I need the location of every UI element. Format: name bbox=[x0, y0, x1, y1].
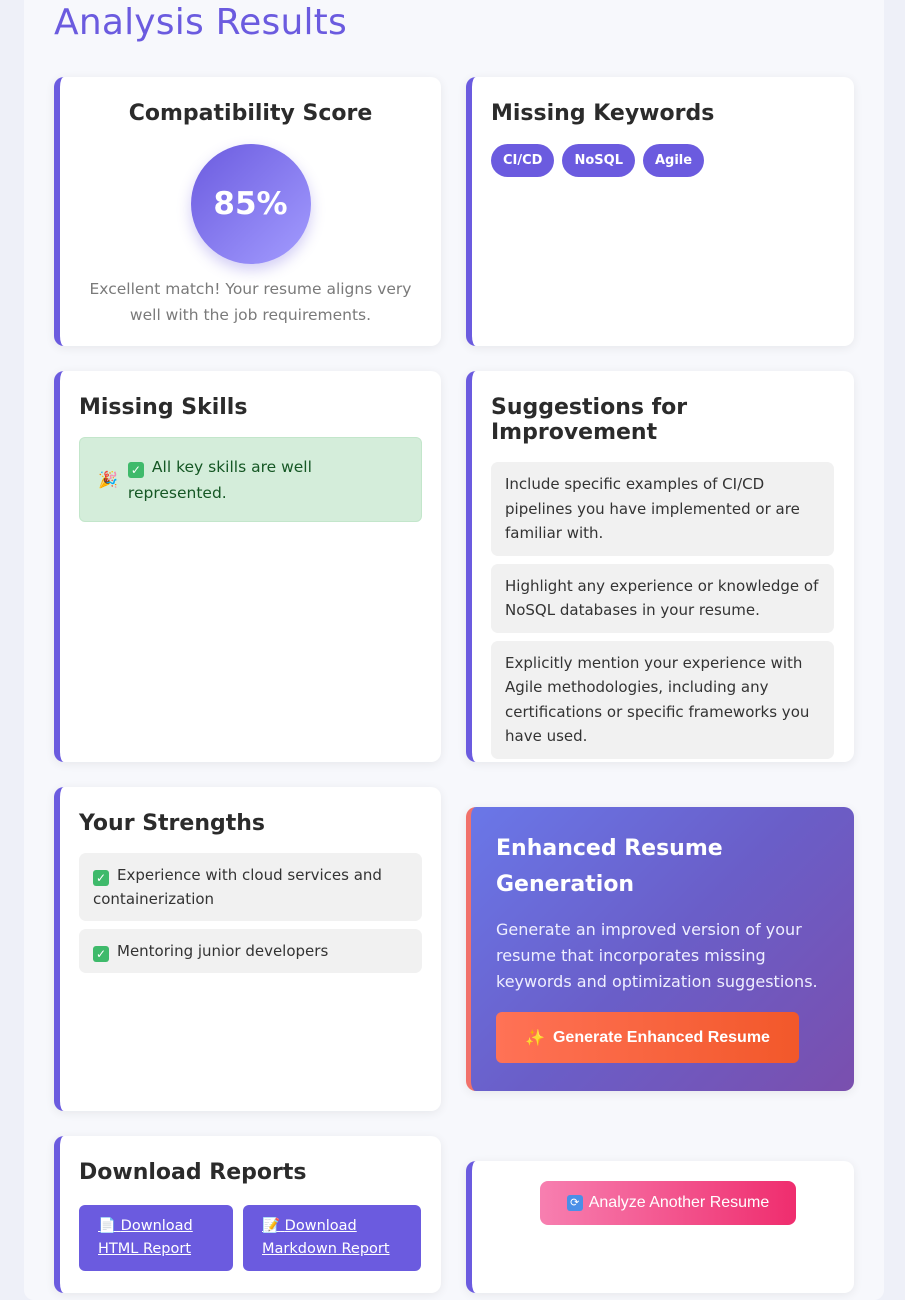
strengths-heading: Your Strengths bbox=[79, 811, 266, 836]
party-popper-icon: 🎉 bbox=[98, 470, 118, 489]
page-title: Analysis Results bbox=[54, 2, 347, 43]
download-reports-card: Download Reports 📄 Download HTML Report … bbox=[54, 1136, 441, 1293]
score-circle: 85% bbox=[190, 144, 311, 264]
download-heading: Download Reports bbox=[79, 1160, 307, 1185]
strength-text: Experience with cloud services and conta… bbox=[93, 866, 382, 908]
analyze-another-card: ⟳ Analyze Another Resume bbox=[466, 1161, 854, 1293]
generate-enhanced-resume-button[interactable]: ✨ Generate Enhanced Resume bbox=[496, 1012, 799, 1063]
keyword-tag: CI/CD bbox=[491, 144, 555, 177]
strengths-card: Your Strengths ✓ Experience with cloud se… bbox=[54, 787, 441, 1111]
keyword-tag: Agile bbox=[642, 144, 705, 177]
enhanced-heading: Enhanced Resume Generation bbox=[496, 836, 723, 897]
enhanced-description: Generate an improved version of your res… bbox=[496, 920, 818, 991]
keyword-tags: CI/CD NoSQL Agile bbox=[491, 144, 854, 177]
download-buttons: 📄 Download HTML Report 📝 Download Markdo… bbox=[79, 1205, 422, 1271]
missing-skills-heading: Missing Skills bbox=[79, 395, 248, 420]
suggestion-item: Include specific examples of CI/CD pipel… bbox=[491, 462, 834, 556]
success-alert: 🎉 ✓ All key skills are well represented. bbox=[79, 437, 422, 522]
download-markdown-label: Download Markdown Report bbox=[262, 1218, 390, 1257]
strength-item: ✓ Mentoring junior developers bbox=[79, 929, 422, 973]
success-message: All key skills are well represented. bbox=[127, 457, 312, 502]
suggestion-item: Explicitly mention your experience with … bbox=[491, 640, 834, 759]
score-description: Excellent match! Your resume aligns very… bbox=[89, 280, 412, 324]
refresh-icon: ⟳ bbox=[566, 1195, 583, 1211]
missing-skills-card: Missing Skills 🎉 ✓ All key skills are wel… bbox=[54, 371, 441, 762]
compatibility-heading: Compatibility Score bbox=[128, 101, 373, 126]
download-html-button[interactable]: 📄 Download HTML Report bbox=[79, 1205, 233, 1271]
document-icon: 📄 bbox=[98, 1218, 117, 1234]
check-icon: ✓ bbox=[93, 946, 109, 962]
missing-keywords-heading: Missing Keywords bbox=[491, 101, 715, 126]
compatibility-card: Compatibility Score 85% Excellent match!… bbox=[54, 77, 441, 346]
missing-keywords-card: Missing Keywords CI/CD NoSQL Agile bbox=[466, 77, 854, 346]
memo-icon: 📝 bbox=[262, 1218, 281, 1234]
keyword-tag: NoSQL bbox=[562, 144, 635, 177]
analyze-another-resume-button[interactable]: ⟳ Analyze Another Resume bbox=[540, 1181, 796, 1225]
suggestion-item: Highlight any experience or knowledge of… bbox=[491, 563, 834, 633]
check-icon: ✓ bbox=[93, 870, 109, 886]
suggestions-list: Include specific examples of CI/CD pipel… bbox=[491, 462, 854, 759]
suggestions-heading: Suggestions for Improvement bbox=[491, 395, 688, 445]
strength-text: Mentoring junior developers bbox=[117, 942, 329, 960]
download-markdown-button[interactable]: 📝 Download Markdown Report bbox=[243, 1205, 421, 1271]
analyze-button-label: Analyze Another Resume bbox=[588, 1194, 770, 1211]
strengths-list: ✓ Experience with cloud services and cont… bbox=[79, 853, 422, 973]
suggestions-card: Suggestions for Improvement Include spec… bbox=[466, 371, 854, 762]
check-icon: ✓ bbox=[127, 461, 144, 478]
sparkles-icon: ✨ bbox=[525, 1029, 545, 1047]
generate-button-label: Generate Enhanced Resume bbox=[552, 1028, 770, 1046]
strength-item: ✓ Experience with cloud services and cont… bbox=[79, 853, 422, 921]
enhanced-resume-card: Enhanced Resume Generation Generate an i… bbox=[466, 807, 854, 1091]
